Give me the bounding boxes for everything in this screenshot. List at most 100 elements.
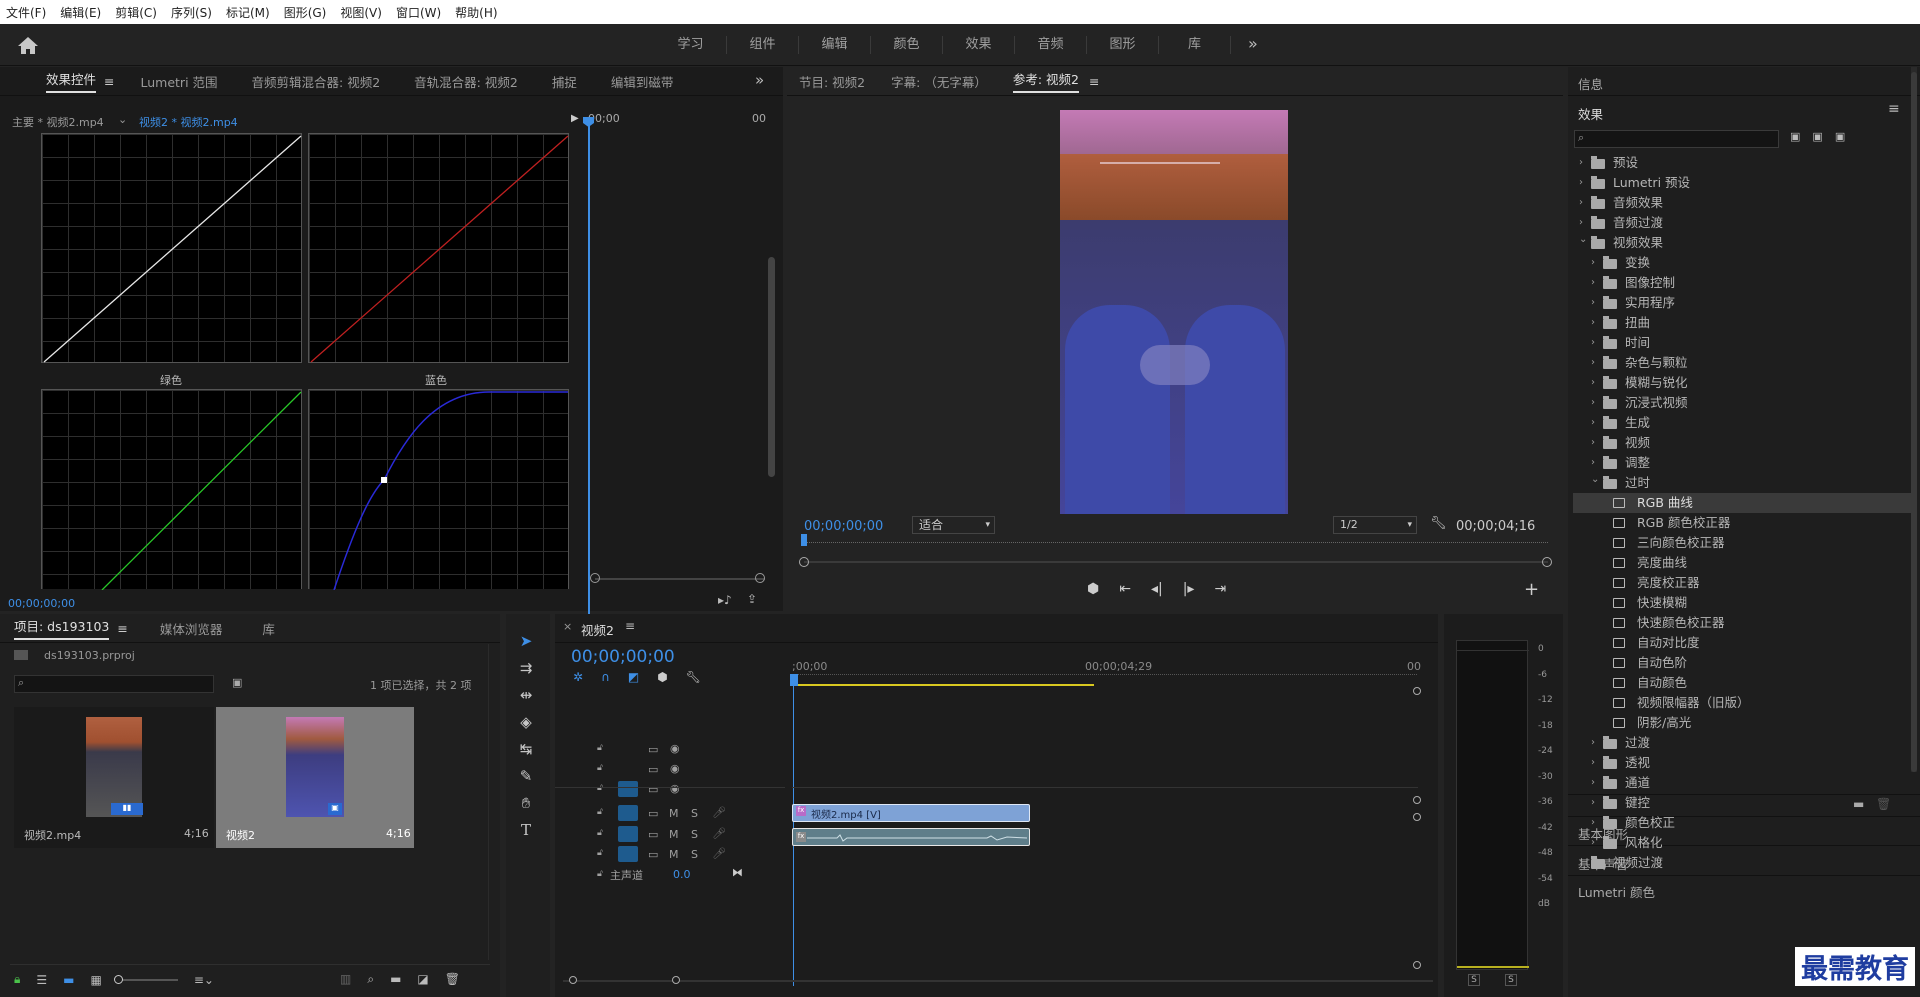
effects-tree-item[interactable]: 自动色阶 [1573, 653, 1913, 673]
track-lock-icon[interactable]: 🔓︎ [597, 763, 603, 773]
zoom-scrollbar[interactable] [595, 578, 765, 580]
solo-button[interactable]: S [691, 848, 698, 861]
chevron-icon[interactable]: › [1591, 413, 1599, 433]
panel-menu-icon[interactable]: ≡ [625, 619, 635, 633]
chevron-icon[interactable]: › [1591, 753, 1599, 773]
solo-left-button[interactable]: S [1468, 974, 1480, 986]
solo-right-button[interactable]: S [1505, 974, 1517, 986]
microphone-icon[interactable]: 🎤︎ [712, 806, 726, 819]
monitor-ruler[interactable] [804, 542, 1548, 543]
track-lock-icon[interactable]: 🔓︎ [597, 783, 603, 793]
effects-tree-item[interactable]: › 键控 [1573, 793, 1913, 813]
effects-tree-item[interactable]: 快速模糊 [1573, 593, 1913, 613]
chevron-icon[interactable]: › [1591, 833, 1599, 853]
icon-view-icon[interactable]: ▬ [63, 973, 74, 987]
solo-button[interactable]: S [691, 828, 698, 841]
info-title[interactable]: 信息 [1578, 74, 1603, 93]
mute-button[interactable]: M [669, 807, 679, 820]
selection-tool-icon[interactable]: ➤ [513, 632, 539, 654]
effects-tree-item[interactable]: › 时间 [1573, 333, 1913, 353]
effects-tree-item[interactable]: › 视频 [1573, 433, 1913, 453]
effect-controls-tab[interactable]: 编辑到磁带 [611, 72, 674, 91]
yuv-effects-icon[interactable]: ▣ [1835, 130, 1845, 143]
effect-controls-tab[interactable]: 捕捉 [552, 72, 577, 91]
project-search-input[interactable]: ⌕ [14, 675, 214, 693]
effects-tree-item[interactable]: 亮度曲线 [1573, 553, 1913, 573]
microphone-icon[interactable]: 🎤︎ [712, 847, 726, 860]
effects-tree-item[interactable]: › 调整 [1573, 453, 1913, 473]
clear-icon[interactable]: 🗑︎ [445, 972, 460, 987]
chevron-icon[interactable]: › [1579, 193, 1587, 213]
list-view-icon[interactable]: ☰ [36, 973, 47, 987]
effects-tree-item[interactable]: › 通道 [1573, 773, 1913, 793]
lock-icon[interactable]: 🔒︎ [14, 972, 20, 987]
chevron-icon[interactable]: › [1591, 793, 1599, 813]
more-tabs-icon[interactable]: » [755, 71, 764, 89]
timeline-playhead-handle[interactable] [790, 674, 798, 686]
effects-tree-item[interactable]: 快速颜色校正器 [1573, 613, 1913, 633]
effects-tree-item[interactable]: › 生成 [1573, 413, 1913, 433]
monitor-playhead[interactable] [801, 534, 807, 546]
export-icon[interactable]: ⇪ [747, 592, 757, 606]
toggle-sync-lock-icon[interactable]: ▭ [648, 763, 658, 776]
pen-tool-icon[interactable]: ✎ [513, 767, 539, 789]
hand-tool-icon[interactable]: ✋︎ [513, 794, 539, 816]
audio-clip[interactable]: fx [792, 828, 1030, 846]
timeline-scrollbar[interactable] [563, 980, 1433, 982]
effects-tree-item[interactable]: › 杂色与颗粒 [1573, 353, 1913, 373]
workspace-tab[interactable]: 库 [1159, 36, 1231, 54]
chevron-icon[interactable]: › [1579, 173, 1587, 193]
playhead[interactable] [588, 117, 590, 645]
menu-item[interactable]: 剪辑(C) [115, 4, 157, 21]
timeline-tab[interactable]: 视频2 [581, 620, 614, 639]
slip-tool-icon[interactable]: ↹ [513, 740, 539, 762]
toggle-sync-lock-icon[interactable]: ▭ [648, 828, 658, 841]
project-tab[interactable]: 项目: ds193103 [14, 616, 110, 640]
track-target-button[interactable] [618, 741, 638, 757]
monitor-tab[interactable]: 节目: 视频2 [799, 72, 865, 91]
new-item-icon[interactable]: ◪ [417, 972, 428, 987]
play-icon[interactable]: ▶ [571, 113, 579, 124]
chevron-icon[interactable]: › [1591, 333, 1599, 353]
nest-icon[interactable]: ✲ [573, 670, 583, 684]
project-item-0[interactable]: ▮▮ 视频2.mp4 4;16 [14, 707, 214, 848]
track-target-button[interactable] [618, 761, 638, 777]
razor-tool-icon[interactable]: ◈ [513, 713, 539, 735]
chevron-icon[interactable]: › [1579, 853, 1587, 873]
chevron-icon[interactable]: › [1591, 393, 1599, 413]
track-target-button[interactable] [618, 805, 638, 821]
workspace-tab[interactable]: 编辑 [799, 36, 871, 54]
panel-menu-icon[interactable]: ≡ [117, 621, 127, 636]
zoom-slider[interactable] [113, 974, 178, 984]
chevron-icon[interactable]: › [1591, 373, 1599, 393]
effects-tree-item[interactable]: 阴影/高光 [1573, 713, 1913, 733]
menu-item[interactable]: 编辑(E) [60, 4, 101, 21]
project-tab[interactable]: 媒体浏览器 [160, 619, 223, 638]
effects-tree-item[interactable]: 自动对比度 [1573, 633, 1913, 653]
solo-button[interactable]: S [691, 807, 698, 820]
button-editor-icon[interactable]: + [1524, 579, 1539, 600]
master-curve-graph[interactable] [41, 133, 302, 363]
panel-menu-icon[interactable]: ≡ [1888, 101, 1900, 117]
type-tool-icon[interactable]: T [513, 821, 539, 843]
chevron-icon[interactable]: › [1591, 253, 1599, 273]
track-lock-icon[interactable]: 🔓︎ [597, 848, 603, 858]
mute-button[interactable]: M [669, 828, 679, 841]
track-lock-icon[interactable]: 🔓︎ [597, 807, 603, 817]
chevron-icon[interactable]: › [1591, 273, 1599, 293]
find-bin-icon[interactable]: ▣ [232, 676, 242, 689]
effects-tree-item[interactable]: › 扭曲 [1573, 313, 1913, 333]
find-icon[interactable]: ⌕ [367, 972, 374, 987]
effects-tree-item[interactable]: › 沉浸式视频 [1573, 393, 1913, 413]
menu-item[interactable]: 窗口(W) [396, 4, 441, 21]
track-lock-icon[interactable]: 🔓︎ [597, 743, 603, 753]
effects-tree-item[interactable]: RGB 曲线 [1573, 493, 1913, 513]
chevron-icon[interactable]: › [1591, 733, 1599, 753]
effects-tree-item[interactable]: 亮度校正器 [1573, 573, 1913, 593]
menu-item[interactable]: 帮助(H) [455, 4, 497, 21]
eye-icon[interactable]: ◉ [670, 762, 680, 775]
green-curve-graph[interactable] [41, 389, 302, 590]
audio-play-icon[interactable]: ▸♪ [718, 593, 732, 607]
add-marker-icon[interactable]: ⬢ [657, 670, 667, 684]
snap-icon[interactable]: ∩ [601, 670, 610, 684]
